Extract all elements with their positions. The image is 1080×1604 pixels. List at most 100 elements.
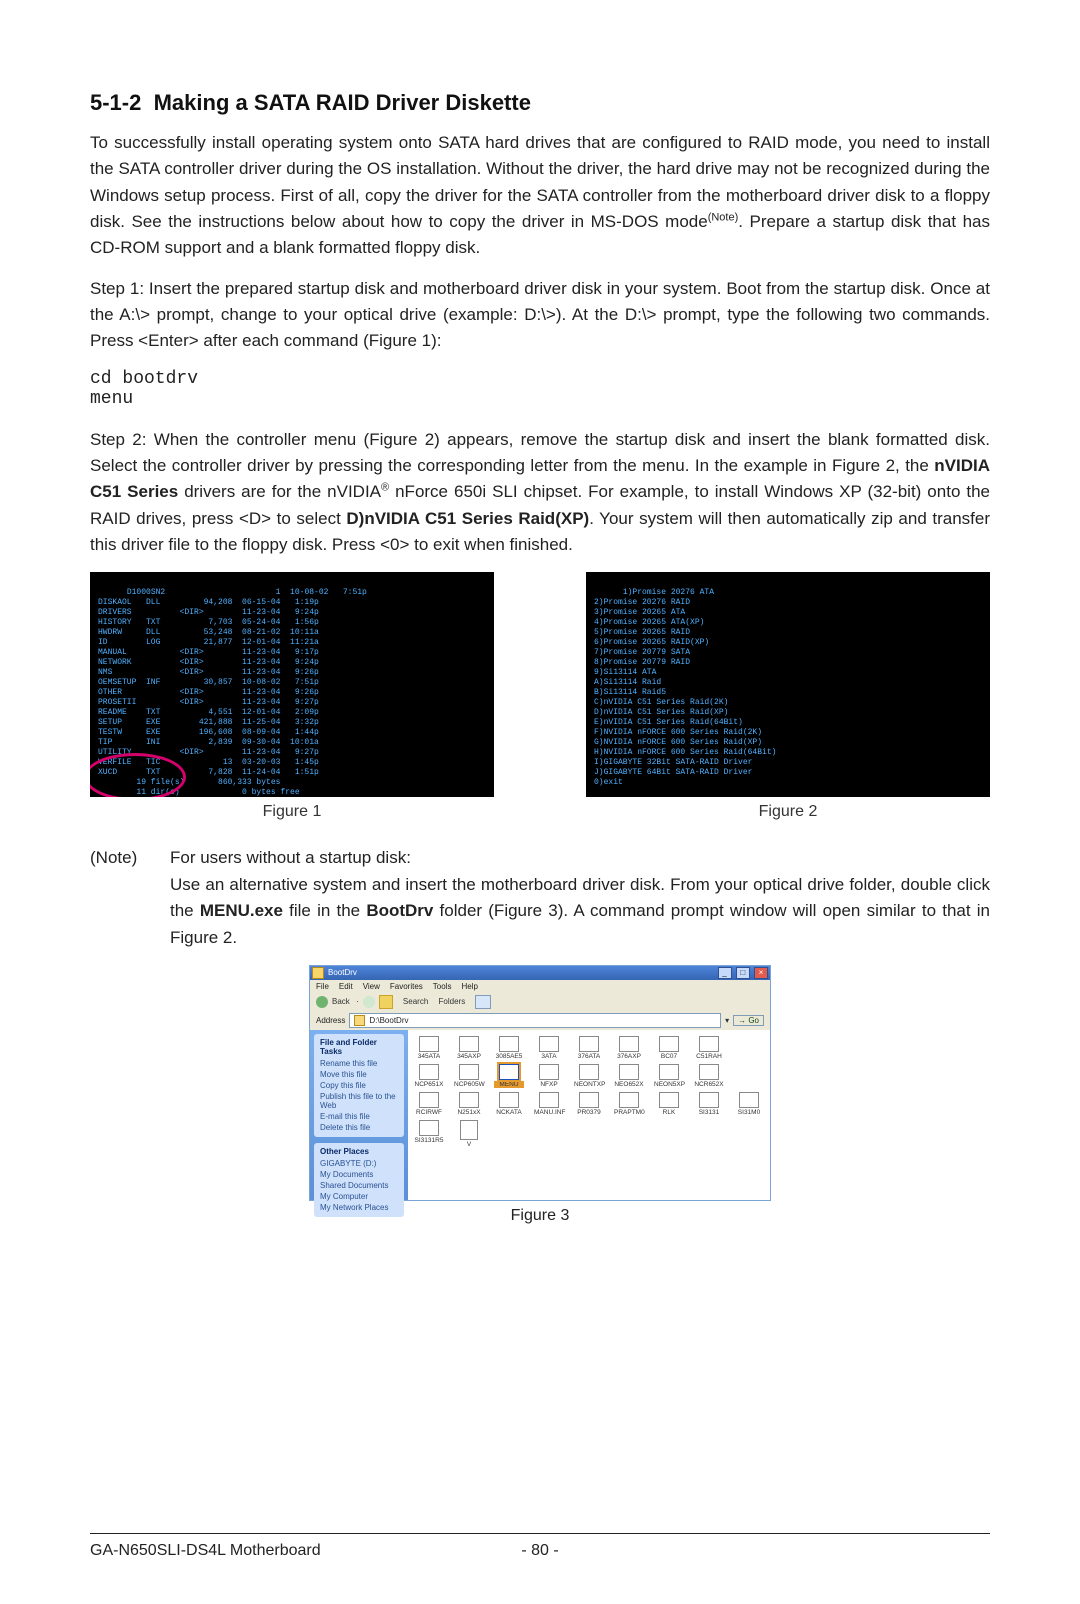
folders-button[interactable]: Folders <box>439 997 466 1006</box>
place-item[interactable]: GIGABYTE (D:) <box>320 1158 398 1169</box>
up-button-icon[interactable] <box>379 995 393 1009</box>
task-item[interactable]: Move this file <box>320 1069 398 1080</box>
note-line2-b1: MENU.exe <box>200 901 283 920</box>
folder-icon <box>699 1064 719 1080</box>
menu-tools[interactable]: Tools <box>433 982 452 991</box>
place-item[interactable]: My Documents <box>320 1169 398 1180</box>
task-item[interactable]: Rename this file <box>320 1058 398 1069</box>
file-item[interactable]: NCP605W <box>454 1064 484 1088</box>
footer-center: - 80 - <box>500 1542 580 1560</box>
folder-icon <box>659 1036 679 1052</box>
window-menubar[interactable]: File Edit View Favorites Tools Help <box>310 980 770 993</box>
section-heading: 5-1-2 Making a SATA RAID Driver Diskette <box>90 90 990 116</box>
file-label: PRAPTM0 <box>614 1109 644 1116</box>
figure1-dos-screenshot: D1000SN2 1 10-08-02 7:51p DISKAOL DLL 94… <box>90 572 494 797</box>
note-line2-b2: BootDrv <box>366 901 433 920</box>
note-body: For users without a startup disk: Use an… <box>170 845 990 950</box>
file-item[interactable]: 376ATA <box>574 1036 604 1060</box>
file-label: SI31M0 <box>734 1109 764 1116</box>
task-item[interactable]: E-mail this file <box>320 1111 398 1122</box>
file-item[interactable]: NEON5XP <box>654 1064 684 1088</box>
folder-icon <box>579 1064 599 1080</box>
file-item[interactable]: 345AXP <box>454 1036 484 1060</box>
file-label: NEON5XP <box>654 1081 684 1088</box>
menu-help[interactable]: Help <box>461 982 477 991</box>
window-title: BootDrv <box>328 968 357 977</box>
file-item[interactable]: NEONTXP <box>574 1064 604 1088</box>
task-item[interactable]: Delete this file <box>320 1122 398 1133</box>
menu-edit[interactable]: Edit <box>339 982 353 991</box>
place-item[interactable]: My Network Places <box>320 1202 398 1213</box>
file-item[interactable]: N251xX <box>454 1092 484 1116</box>
file-item[interactable]: NEO652X <box>614 1064 644 1088</box>
file-item[interactable]: SI3131 <box>694 1092 724 1116</box>
folder-icon <box>499 1092 519 1108</box>
file-item[interactable]: 3ATA <box>534 1036 564 1060</box>
menu-file[interactable]: File <box>316 982 329 991</box>
address-input[interactable]: D:\BootDrv <box>349 1013 721 1028</box>
folder-icon <box>459 1036 479 1052</box>
file-item[interactable]: PRAPTM0 <box>614 1092 644 1116</box>
folder-icon <box>699 1092 719 1108</box>
place-item[interactable]: My Computer <box>320 1191 398 1202</box>
figure2-caption: Figure 2 <box>586 803 990 821</box>
task-item[interactable]: Copy this file <box>320 1080 398 1091</box>
window-toolbar: Back · Search Folders <box>310 993 770 1011</box>
address-bar: Address D:\BootDrv ▾ → Go <box>310 1011 770 1030</box>
file-item[interactable]: MANU.INF <box>534 1092 564 1116</box>
place-item[interactable]: Shared Documents <box>320 1180 398 1191</box>
file-item[interactable]: V <box>454 1120 484 1148</box>
dos2-menu: 1)Promise 20276 ATA 2)Promise 20276 RAID… <box>594 588 776 787</box>
address-dropdown-icon[interactable]: ▾ <box>725 1016 729 1025</box>
figure2-dos-screenshot: 1)Promise 20276 ATA 2)Promise 20276 RAID… <box>586 572 990 797</box>
registered-mark: ® <box>381 482 389 494</box>
note-line2-mid: file in the <box>283 901 366 920</box>
folder-icon <box>619 1036 639 1052</box>
minimize-button[interactable]: _ <box>718 967 732 979</box>
file-item[interactable]: NCP651X <box>414 1064 444 1088</box>
footer-rule <box>90 1533 990 1534</box>
file-label: N251xX <box>454 1109 484 1116</box>
file-item[interactable]: NCR652X <box>694 1064 724 1088</box>
file-item[interactable]: 3085AE5 <box>494 1036 524 1060</box>
go-button[interactable]: → Go <box>733 1015 764 1026</box>
file-item[interactable]: SI31M0 <box>734 1092 764 1116</box>
close-button[interactable]: × <box>754 967 768 979</box>
back-button-icon[interactable] <box>316 996 328 1008</box>
file-item[interactable]: C51RAH <box>694 1036 724 1060</box>
file-item[interactable]: NFXP <box>534 1064 564 1088</box>
search-button[interactable]: Search <box>403 997 428 1006</box>
menu-view[interactable]: View <box>363 982 380 991</box>
file-item[interactable]: BC07 <box>654 1036 684 1060</box>
file-label: V <box>454 1141 484 1148</box>
note-line1: For users without a startup disk: <box>170 848 411 867</box>
file-item[interactable]: PR0379 <box>574 1092 604 1116</box>
file-label: NCP651X <box>414 1081 444 1088</box>
file-label: NCR652X <box>694 1081 724 1088</box>
task-item[interactable]: Publish this file to the Web <box>320 1091 398 1111</box>
file-item[interactable]: RCIRWF <box>414 1092 444 1116</box>
file-item[interactable]: 376AXP <box>614 1036 644 1060</box>
menu-favorites[interactable]: Favorites <box>390 982 423 991</box>
file-item[interactable]: 345ATA <box>414 1036 444 1060</box>
back-button-label[interactable]: Back <box>332 997 350 1006</box>
file-label: 345AXP <box>454 1053 484 1060</box>
step2-mid1: drivers are for the nVIDIA <box>178 482 381 501</box>
file-item[interactable]: RLK <box>654 1092 684 1116</box>
folder-icon <box>419 1036 439 1052</box>
maximize-button[interactable]: □ <box>736 967 750 979</box>
file-item[interactable]: SI3131R5 <box>414 1120 444 1148</box>
folder-icon <box>459 1064 479 1080</box>
tasks-panel-title: File and Folder Tasks <box>320 1038 398 1056</box>
folder-icon <box>739 1092 759 1108</box>
file-item[interactable]: NCKATA <box>494 1092 524 1116</box>
step1-paragraph: Step 1: Insert the prepared startup disk… <box>90 276 990 355</box>
file-label: NCP605W <box>454 1081 484 1088</box>
file-label: RCIRWF <box>414 1109 444 1116</box>
forward-button-icon[interactable] <box>363 996 375 1008</box>
folder-icon <box>419 1064 439 1080</box>
file-item[interactable]: MENU <box>494 1064 524 1088</box>
folder-icon <box>499 1036 519 1052</box>
views-button-icon[interactable] <box>475 995 491 1009</box>
explorer-file-pane[interactable]: 345ATA 345AXP 3085AE5 3ATA 376ATA 376AXP BC07 C… <box>408 1030 770 1200</box>
